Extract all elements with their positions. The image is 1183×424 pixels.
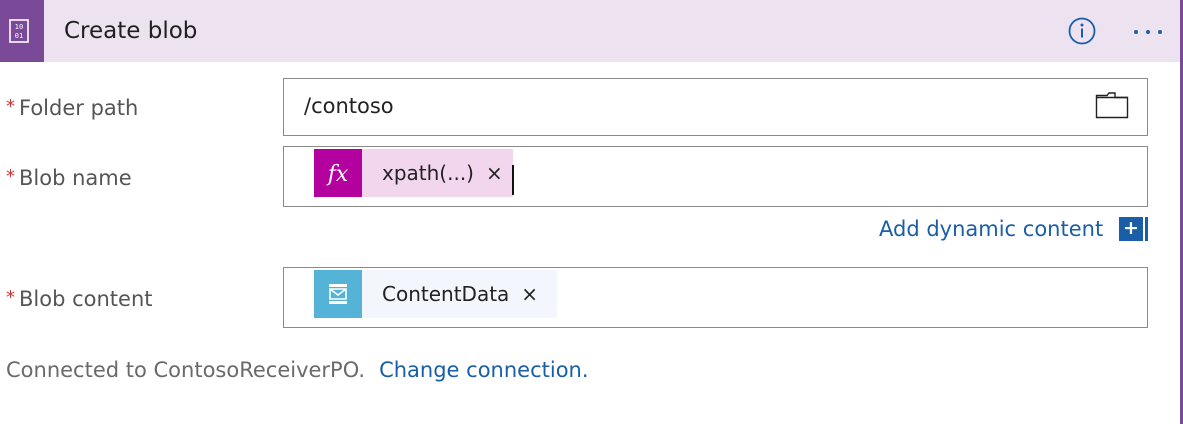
folder-path-input[interactable]: /contoso [283, 78, 1148, 136]
blob-name-input[interactable]: fx xpath(...) × [283, 146, 1148, 207]
text-cursor [512, 165, 514, 195]
change-connection-link[interactable]: Change connection. [379, 358, 588, 382]
fx-expression-icon: fx [314, 149, 362, 197]
storage-blob-icon: 10 01 [0, 0, 44, 62]
folder-picker-icon[interactable] [1095, 91, 1129, 119]
required-marker: * [6, 166, 15, 187]
message-content-icon [314, 270, 362, 318]
expression-token-label: xpath(...) [382, 161, 474, 185]
blob-name-label: * Blob name [6, 163, 132, 192]
connection-footer: Connected to ContosoReceiverPO. Change co… [6, 356, 589, 384]
add-dynamic-content-button[interactable]: + [1119, 217, 1143, 241]
blob-content-input[interactable]: ContentData × [283, 267, 1148, 328]
dynamic-content-token-label: ContentData [382, 282, 510, 306]
required-marker: * [6, 287, 15, 308]
expression-token-body: xpath(...) × [362, 149, 513, 197]
required-marker: * [6, 96, 15, 117]
blob-content-label-text: Blob content [19, 287, 153, 311]
card-title: Create blob [64, 18, 198, 44]
svg-text:fx: fx [326, 162, 349, 187]
remove-token-icon[interactable]: × [486, 149, 503, 197]
add-dynamic-content-link[interactable]: Add dynamic content [879, 215, 1103, 243]
blob-name-label-text: Blob name [19, 166, 132, 190]
connection-status-text: Connected to ContosoReceiverPO. [6, 358, 366, 382]
svg-text:10: 10 [15, 23, 23, 31]
svg-text:01: 01 [15, 32, 23, 40]
folder-path-value: /contoso [304, 94, 394, 118]
add-dynamic-content-divider [1145, 217, 1148, 241]
remove-token-icon[interactable]: × [521, 270, 538, 318]
dynamic-content-token-body: ContentData × [362, 270, 557, 318]
create-blob-card: 10 01 Create blob *Folder path /contoso [0, 0, 1183, 424]
info-icon[interactable] [1067, 16, 1097, 46]
blob-content-label: * Blob content [6, 284, 153, 313]
more-options-icon[interactable] [1128, 16, 1168, 46]
folder-path-label-text: Folder path [19, 96, 139, 120]
folder-path-label: * Folder path [6, 93, 138, 122]
card-header[interactable]: 10 01 Create blob [0, 0, 1180, 62]
